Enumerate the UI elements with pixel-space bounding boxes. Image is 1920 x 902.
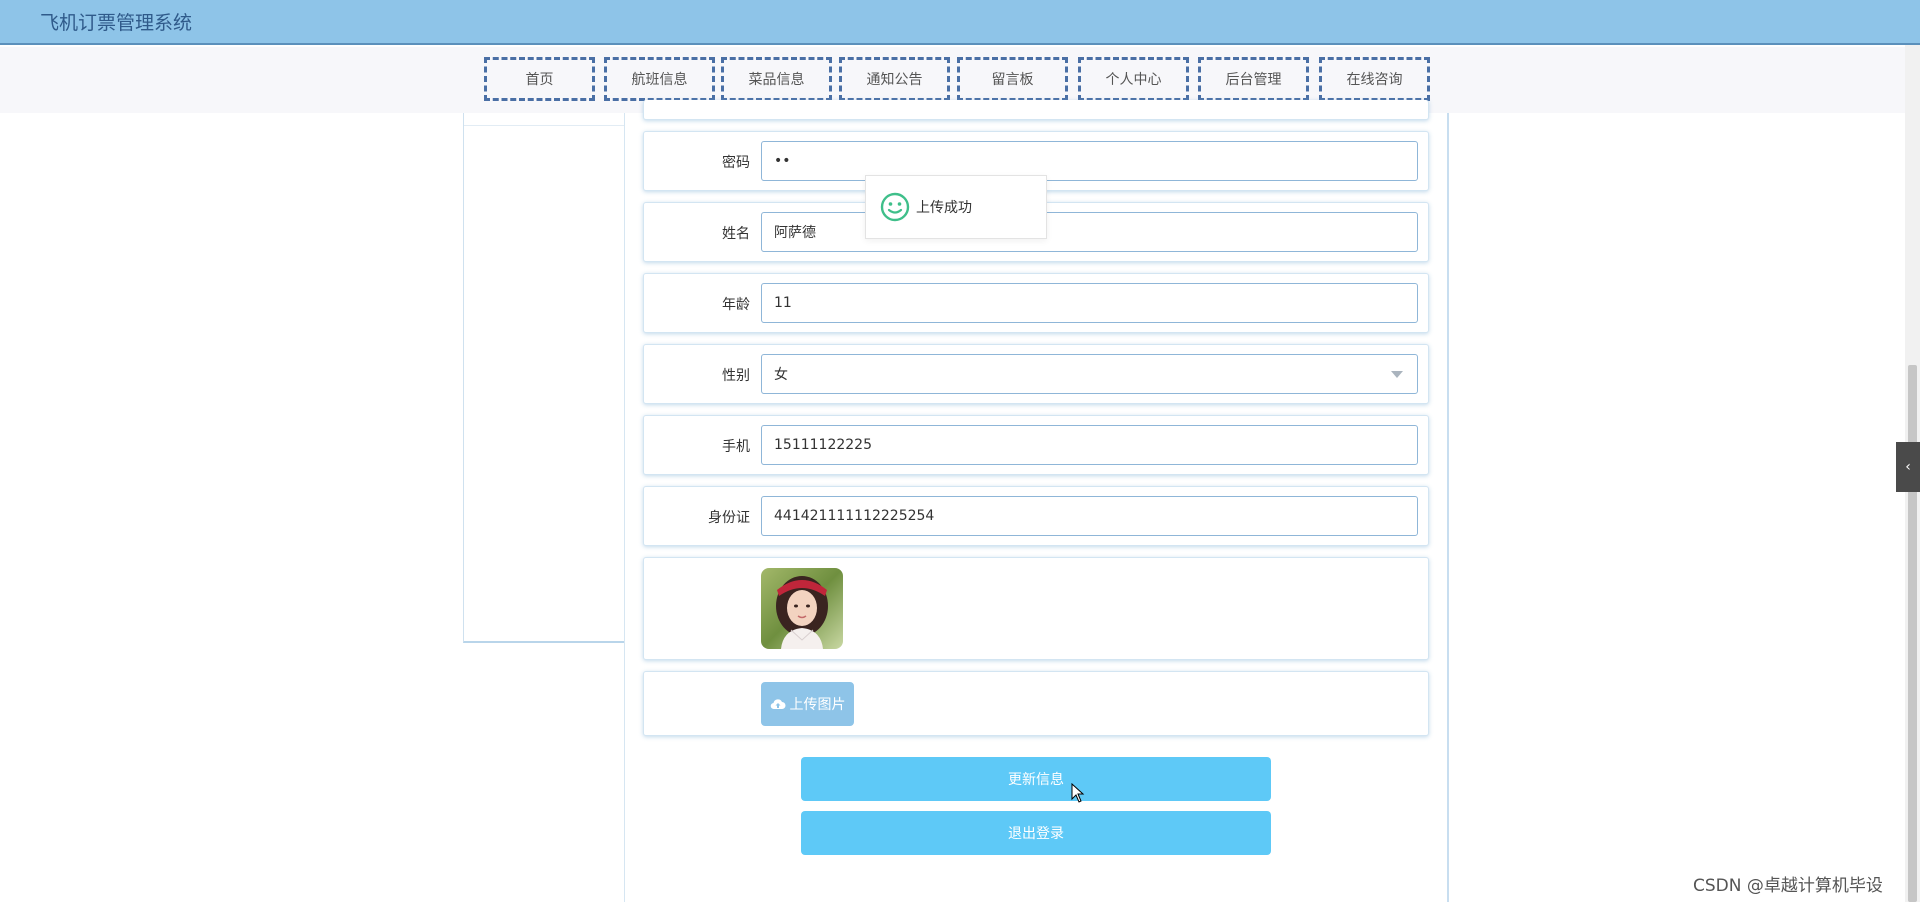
form-row-age: 年龄 11 — [643, 273, 1429, 333]
form-row-gender: 性别 女 — [643, 344, 1429, 404]
smiley-icon — [880, 192, 910, 222]
idcard-input[interactable]: 441421111112225254 — [761, 496, 1418, 536]
left-sidebar-panel — [463, 113, 626, 643]
mouse-cursor-icon — [1071, 783, 1085, 803]
success-toast: 上传成功 — [865, 175, 1047, 239]
form-row-phone: 手机 15111122225 — [643, 415, 1429, 475]
password-label: 密码 — [722, 155, 750, 171]
upload-image-label: 上传图片 — [789, 697, 846, 713]
gender-select[interactable]: 女 — [761, 354, 1418, 394]
watermark-text: CSDN @卓越计算机毕设 — [1693, 876, 1883, 896]
upload-image-button[interactable]: 上传图片 — [761, 682, 854, 726]
chevron-left-icon: ‹ — [1905, 459, 1911, 475]
form-row-idcard: 身份证 441421111112225254 — [643, 486, 1429, 546]
nav-item-announcements[interactable]: 通知公告 — [839, 57, 950, 101]
nav-item-personal-center[interactable]: 个人中心 — [1078, 57, 1189, 101]
portrait-image — [761, 568, 843, 649]
gender-label: 性别 — [722, 368, 750, 384]
toast-message: 上传成功 — [916, 200, 972, 216]
app-header: 飞机订票管理系统 — [0, 0, 1920, 45]
age-input[interactable]: 11 — [761, 283, 1418, 323]
gender-select-value: 女 — [774, 367, 788, 383]
avatar-image — [761, 568, 843, 649]
name-input[interactable]: 阿萨德 — [761, 212, 1418, 252]
phone-input[interactable]: 15111122225 — [761, 425, 1418, 465]
nav-item-message-board[interactable]: 留言板 — [957, 57, 1068, 101]
phone-label: 手机 — [722, 439, 750, 455]
nav-item-admin[interactable]: 后台管理 — [1198, 57, 1309, 101]
chevron-down-icon — [1391, 371, 1403, 378]
nav-item-home[interactable]: 首页 — [484, 57, 595, 101]
logout-button[interactable]: 退出登录 — [801, 811, 1271, 855]
form-row-avatar — [643, 557, 1429, 660]
cloud-upload-icon — [770, 699, 785, 710]
form-row-partial — [643, 100, 1429, 120]
side-collapse-tab[interactable]: ‹ — [1896, 442, 1920, 492]
app-title: 飞机订票管理系统 — [40, 12, 193, 34]
idcard-label: 身份证 — [708, 510, 750, 526]
age-label: 年龄 — [722, 297, 750, 313]
sidebar-divider — [464, 125, 626, 126]
nav-item-flights[interactable]: 航班信息 — [604, 57, 715, 101]
nav-item-dishes[interactable]: 菜品信息 — [721, 57, 832, 101]
nav-item-online-consult[interactable]: 在线咨询 — [1319, 57, 1430, 101]
name-label: 姓名 — [722, 226, 750, 242]
form-row-upload: 上传图片 — [643, 671, 1429, 736]
password-input[interactable]: •• — [761, 141, 1418, 181]
update-info-button[interactable]: 更新信息 — [801, 757, 1271, 801]
